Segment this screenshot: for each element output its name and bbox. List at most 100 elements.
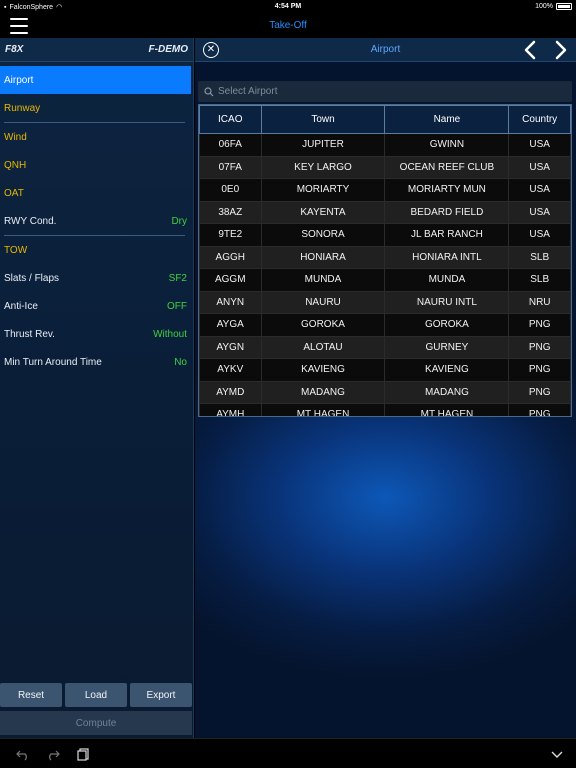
table-row[interactable]: AYMD MADANG MADANG PNG [199, 380, 571, 404]
panel-title: Airport [370, 44, 401, 55]
cell-town: ALOTAU [260, 335, 386, 359]
cell-town: KAVIENG [260, 358, 386, 382]
cell-name: OCEAN REEF CLUB [384, 155, 510, 179]
column-header-name[interactable]: Name [384, 105, 510, 134]
menu-item-airport[interactable]: Airport [0, 66, 191, 94]
table-row[interactable]: AYKV KAVIENG KAVIENG PNG [199, 358, 571, 382]
cell-town: NAURU [260, 290, 386, 314]
status-bar: ▪ FalconSphere ◠ 4:54 PM 100% [0, 0, 576, 14]
chevron-left-icon[interactable] [521, 40, 539, 60]
cell-icao: AYKV [199, 358, 262, 382]
menu-item-label: Min Turn Around Time [4, 356, 102, 368]
table-row[interactable]: AYGA GOROKA GOROKA PNG [199, 313, 571, 337]
search-input[interactable] [218, 86, 548, 97]
cell-country: USA [508, 178, 571, 202]
cell-name: KAVIENG [384, 358, 510, 382]
cell-country: NRU [508, 290, 571, 314]
menu-item-min-turn-around[interactable]: Min Turn Around Time No [0, 348, 193, 376]
action-buttons: Reset Load Export [0, 683, 194, 707]
cell-country: USA [508, 155, 571, 179]
menu-item-tow[interactable]: TOW [0, 236, 193, 264]
cell-icao: AYGN [199, 335, 262, 359]
cell-name: BEDARD FIELD [384, 200, 510, 224]
status-time: 4:54 PM [274, 3, 302, 10]
table-row[interactable]: 06FA JUPITER GWINN USA [199, 133, 571, 157]
cell-name: MADANG [384, 380, 510, 404]
compute-button[interactable]: Compute [0, 711, 192, 735]
menu-item-label: TOW [4, 244, 28, 256]
menu-item-value: SF2 [168, 272, 187, 284]
cell-country: SLB [508, 268, 571, 292]
right-panel: ✕ Airport ICAO Town Name Country [195, 38, 576, 738]
menu-item-anti-ice[interactable]: Anti-Ice OFF [0, 292, 193, 320]
cell-name: GOROKA [384, 313, 510, 337]
menu-item-value: No [174, 356, 187, 368]
menu-item-label: Thrust Rev. [4, 328, 55, 340]
column-header-country[interactable]: Country [508, 105, 571, 134]
cell-country: SLB [508, 245, 571, 269]
cell-town: SONORA [260, 223, 386, 247]
cell-name: GURNEY [384, 335, 510, 359]
undo-icon[interactable] [16, 747, 30, 761]
cell-name: MT HAGEN [384, 403, 510, 416]
menu-item-rwy-cond[interactable]: RWY Cond. Dry [0, 207, 193, 235]
menu-item-label: OAT [4, 187, 24, 199]
table-header-row: ICAO Town Name Country [199, 105, 571, 134]
left-panel: F8X F-DEMO Airport Runway Wind QNH OAT R… [0, 38, 194, 738]
table-row[interactable]: 0E0 MORIARTY MORIARTY MUN USA [199, 178, 571, 202]
cell-country: USA [508, 133, 571, 157]
paste-icon[interactable] [77, 747, 91, 761]
cell-icao: AYMD [199, 380, 262, 404]
cell-name: NAURU INTL [384, 290, 510, 314]
menu-item-label: RWY Cond. [4, 215, 57, 227]
column-header-icao[interactable]: ICAO [199, 105, 262, 134]
cell-country: USA [508, 223, 571, 247]
chevron-right-icon[interactable] [552, 40, 570, 60]
table-row[interactable]: AGGH HONIARA HONIARA INTL SLB [199, 245, 571, 269]
column-header-town[interactable]: Town [260, 105, 386, 134]
menu-item-value: Without [153, 328, 187, 340]
airport-table: ICAO Town Name Country 06FA JUPITER GWIN… [198, 104, 572, 417]
menu-item-thrust-rev[interactable]: Thrust Rev. Without [0, 320, 193, 348]
export-button[interactable]: Export [130, 683, 192, 707]
cell-country: PNG [508, 358, 571, 382]
menu-item-slats-flaps[interactable]: Slats / Flaps SF2 [0, 264, 193, 292]
right-header: ✕ Airport [195, 38, 576, 62]
search-icon [204, 86, 214, 96]
cell-name: GWINN [384, 133, 510, 157]
chevron-down-icon[interactable] [550, 747, 564, 761]
menu-item-label: Airport [4, 74, 34, 86]
table-row[interactable]: AGGM MUNDA MUNDA SLB [199, 268, 571, 292]
cell-town: HONIARA [260, 245, 386, 269]
cell-town: MADANG [260, 380, 386, 404]
table-row[interactable]: ANYN NAURU NAURU INTL NRU [199, 290, 571, 314]
status-right: 100% [535, 3, 572, 10]
table-row[interactable]: 9TE2 SONORA JL BAR RANCH USA [199, 223, 571, 247]
aircraft-type: F8X [5, 44, 24, 55]
bottom-toolbar [0, 738, 576, 768]
redo-icon[interactable] [46, 747, 60, 761]
menu-item-oat[interactable]: OAT [0, 179, 193, 207]
cell-town: MUNDA [260, 268, 386, 292]
cell-town: JUPITER [260, 133, 386, 157]
cell-icao: AGGM [199, 268, 262, 292]
menu-item-runway[interactable]: Runway [0, 94, 193, 122]
reset-button[interactable]: Reset [0, 683, 62, 707]
cell-icao: ANYN [199, 290, 262, 314]
menu-item-qnh[interactable]: QNH [0, 151, 193, 179]
battery-percent: 100% [535, 3, 553, 10]
table-row[interactable]: AYMH MT HAGEN MT HAGEN PNG [199, 403, 571, 416]
table-row[interactable]: 38AZ KAYENTA BEDARD FIELD USA [199, 200, 571, 224]
load-button[interactable]: Load [65, 683, 127, 707]
cell-town: MORIARTY [260, 178, 386, 202]
nav-bar: Take-Off [0, 14, 576, 38]
cell-icao: AGGH [199, 245, 262, 269]
menu-item-value: Dry [171, 215, 187, 227]
table-row[interactable]: 07FA KEY LARGO OCEAN REEF CLUB USA [199, 155, 571, 179]
cell-icao: 9TE2 [199, 223, 262, 247]
table-row[interactable]: AYGN ALOTAU GURNEY PNG [199, 335, 571, 359]
cell-country: PNG [508, 335, 571, 359]
menu-item-wind[interactable]: Wind [0, 123, 193, 151]
battery-icon [556, 3, 572, 10]
cell-country: PNG [508, 403, 571, 416]
